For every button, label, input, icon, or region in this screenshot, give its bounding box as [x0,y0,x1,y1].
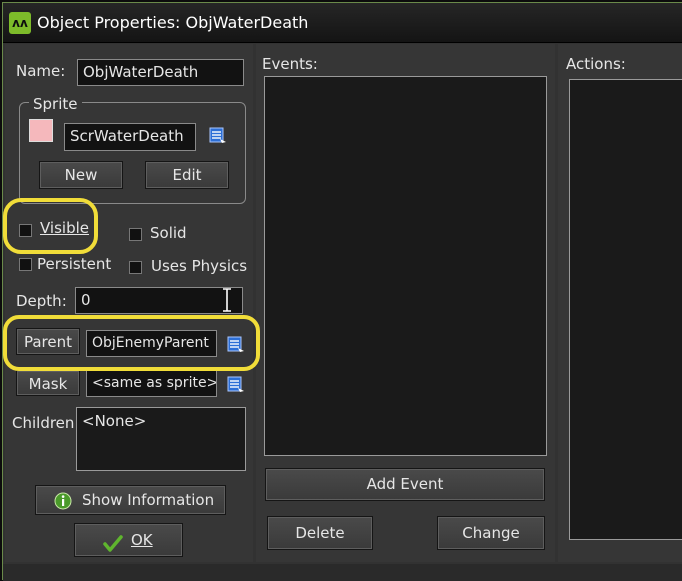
children-label: Children: [12,414,80,432]
persistent-checkbox[interactable] [19,258,32,271]
solid-label[interactable]: Solid [150,224,187,242]
text-cursor-icon [221,287,233,313]
sprite-edit-button[interactable]: Edit [145,161,229,189]
checkmark-icon [103,532,123,552]
events-list[interactable] [264,76,547,456]
title-bar[interactable]: ʌʌ Object Properties: ObjWaterDeath [3,3,682,43]
ok-button[interactable]: OK [74,523,183,557]
events-label: Events: [262,55,318,73]
delete-event-button[interactable]: Delete [267,516,373,550]
window-bottom-edge [3,564,682,581]
change-event-button[interactable]: Change [437,516,545,550]
children-list[interactable]: <None> [76,407,246,471]
window-title: Object Properties: ObjWaterDeath [37,13,309,32]
depth-label: Depth: [16,292,67,310]
gamemaker-logo-icon: ʌʌ [9,12,31,34]
solid-checkbox[interactable] [129,228,142,241]
name-field[interactable]: ObjWaterDeath [77,59,244,86]
mask-button[interactable]: Mask [16,370,80,396]
visible-highlight-ellipse [3,198,98,254]
sprite-menu-icon[interactable] [209,127,227,145]
actions-label: Actions: [566,55,626,73]
info-icon [54,491,72,510]
sprite-field[interactable]: ScrWaterDeath [64,123,196,151]
persistent-label[interactable]: Persistent [37,255,111,273]
sprite-group-label: Sprite [29,95,82,113]
parent-highlight-ellipse [3,315,260,371]
children-item[interactable]: <None> [77,408,245,434]
name-label: Name: [16,62,66,80]
uses-physics-checkbox[interactable] [129,261,142,274]
mask-menu-icon[interactable] [227,376,245,394]
ok-label: OK [131,531,153,549]
show-information-button[interactable]: Show Information [35,485,226,515]
uses-physics-label[interactable]: Uses Physics [151,257,247,275]
add-event-button[interactable]: Add Event [265,468,545,501]
mask-field[interactable]: <same as sprite> [86,370,217,397]
sprite-swatch[interactable] [29,119,53,142]
depth-field[interactable]: 0 [75,287,243,314]
object-properties-window: ʌʌ Object Properties: ObjWaterDeath Name… [2,2,682,581]
actions-list[interactable] [569,79,682,540]
show-information-label: Show Information [82,491,215,509]
sprite-new-button[interactable]: New [39,161,123,189]
